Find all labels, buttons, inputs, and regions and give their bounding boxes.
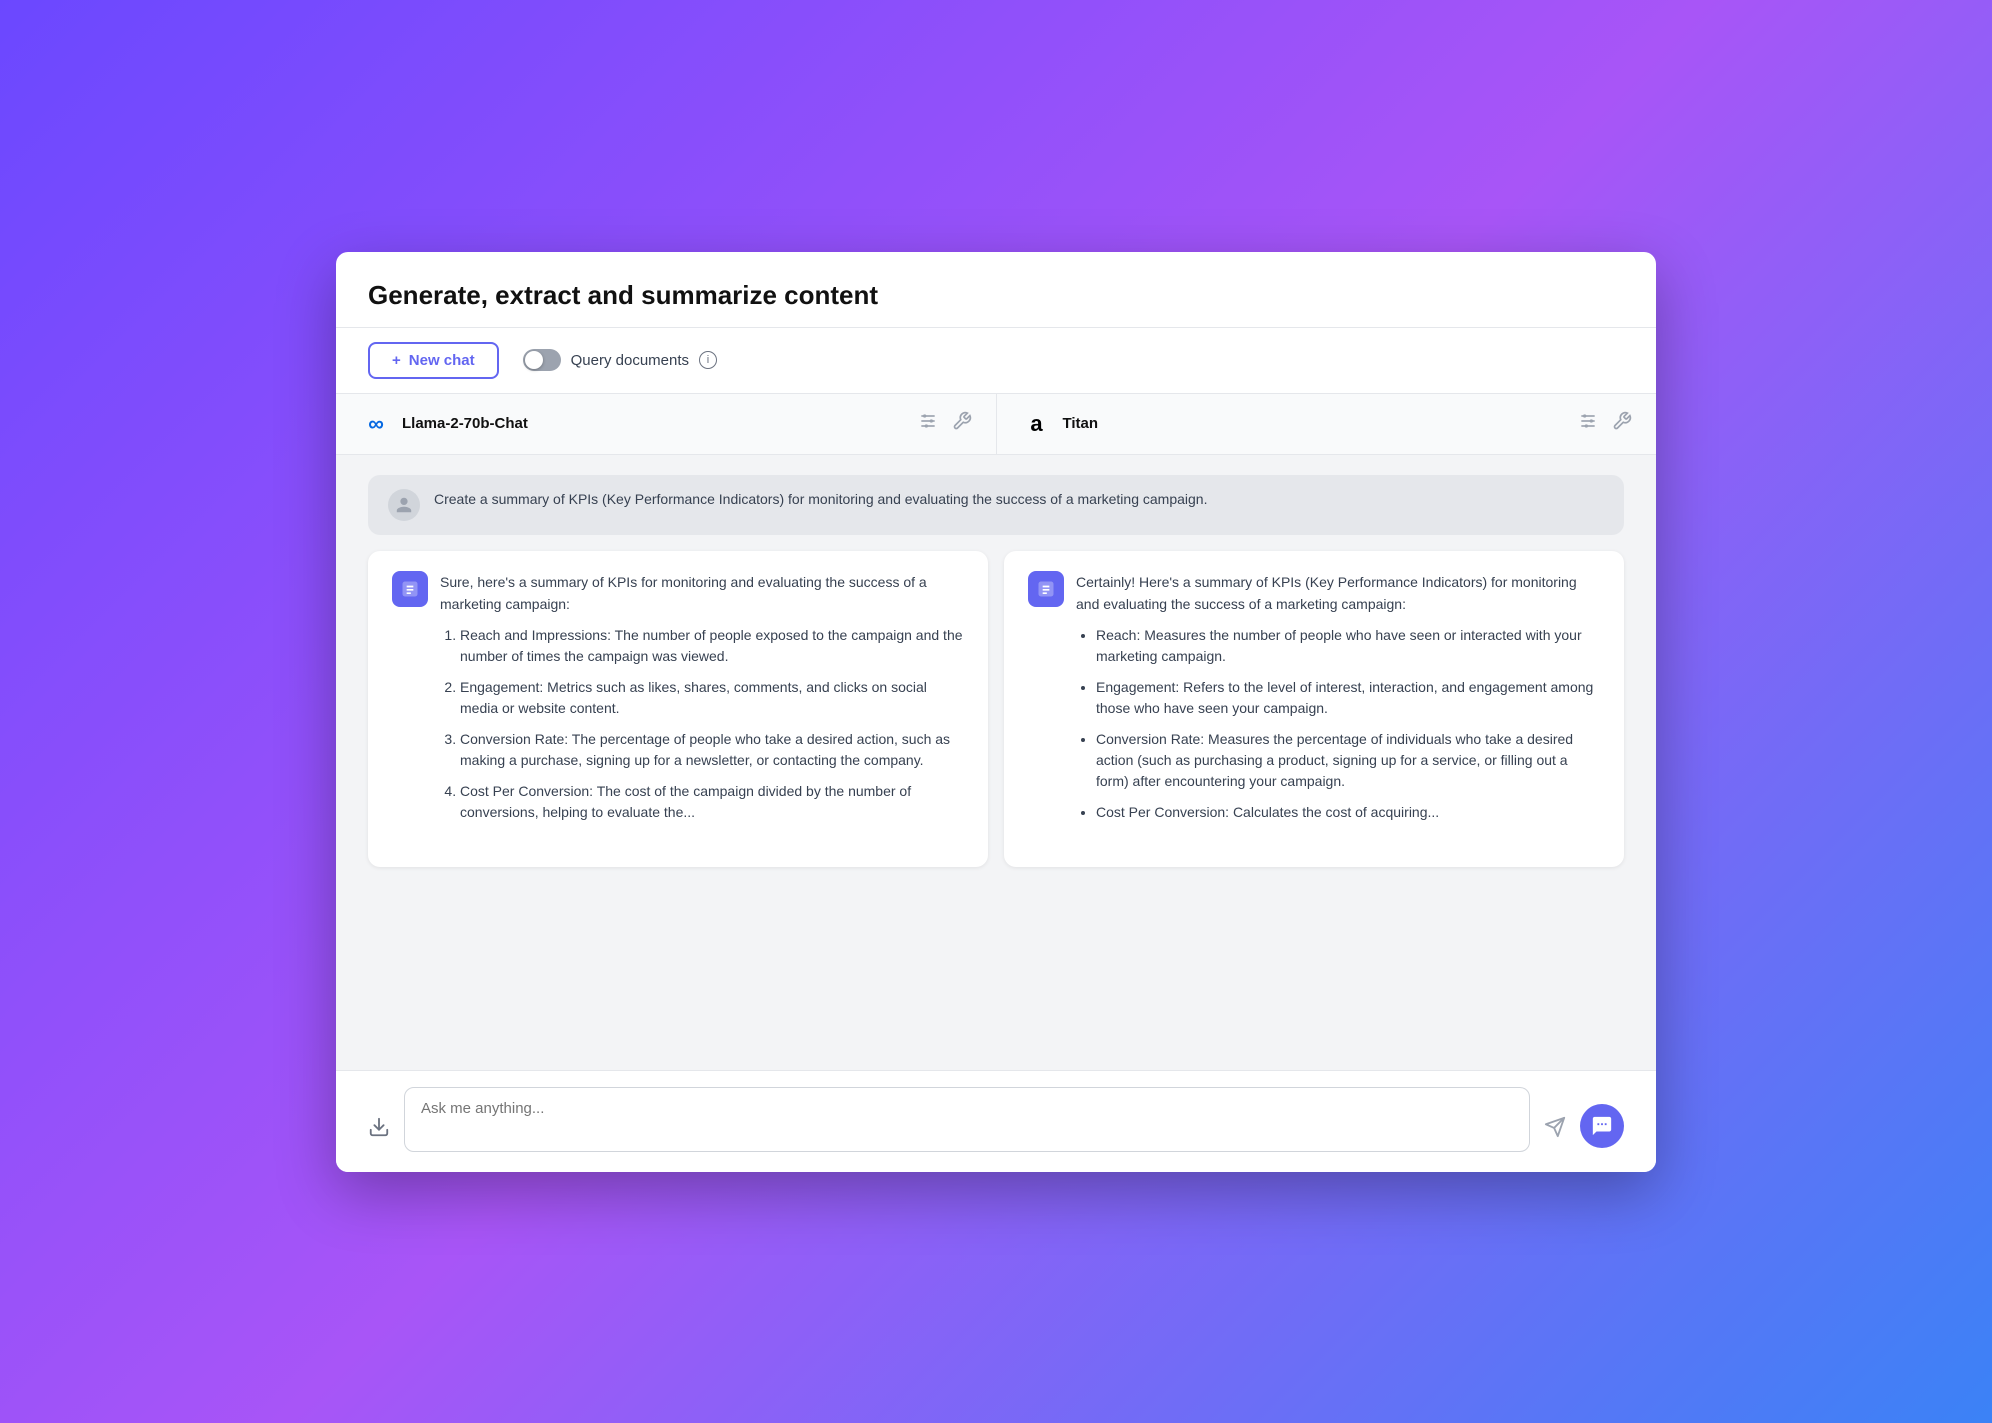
download-button[interactable] [368, 1116, 390, 1152]
list-item: Conversion Rate: The percentage of peopl… [460, 729, 964, 771]
plus-icon: + [392, 352, 401, 369]
list-item: Engagement: Metrics such as likes, share… [460, 677, 964, 719]
header: Generate, extract and summarize content [336, 252, 1656, 328]
query-docs-toggle[interactable] [523, 349, 561, 371]
llama-ai-icon [392, 571, 428, 607]
titan-intro: Certainly! Here's a summary of KPIs (Key… [1076, 571, 1600, 616]
new-chat-button[interactable]: + New chat [368, 342, 499, 379]
titan-list: Reach: Measures the number of people who… [1076, 625, 1600, 823]
amazon-logo: a [1021, 408, 1053, 440]
user-message-text: Create a summary of KPIs (Key Performanc… [434, 489, 1207, 510]
chat-input[interactable] [421, 1100, 1513, 1134]
titan-response-header: Certainly! Here's a summary of KPIs (Key… [1028, 571, 1600, 834]
llama-model-name: Llama-2-70b-Chat [402, 415, 528, 432]
titan-model-icons [1578, 411, 1632, 436]
user-message: Create a summary of KPIs (Key Performanc… [368, 475, 1624, 535]
titan-model-name: Titan [1063, 415, 1099, 432]
list-item: Cost Per Conversion: The cost of the cam… [460, 781, 964, 823]
list-item: Conversion Rate: Measures the percentage… [1096, 729, 1600, 792]
llama-list: Reach and Impressions: The number of peo… [440, 625, 964, 823]
llama-intro: Sure, here's a summary of KPIs for monit… [440, 571, 964, 616]
toolbar: + New chat Query documents i [336, 328, 1656, 394]
llama-model-icons [918, 411, 972, 436]
chat-fab-button[interactable] [1580, 1104, 1624, 1148]
llama-settings-icon[interactable] [918, 411, 938, 436]
query-docs-label: Query documents [571, 352, 689, 369]
titan-settings-icon[interactable] [1578, 411, 1598, 436]
user-avatar [388, 489, 420, 521]
query-docs-control: Query documents i [523, 349, 717, 371]
list-item: Reach: Measures the number of people who… [1096, 625, 1600, 667]
page-title: Generate, extract and summarize content [368, 280, 1624, 311]
titan-response-text: Certainly! Here's a summary of KPIs (Key… [1076, 571, 1600, 834]
chat-area: Create a summary of KPIs (Key Performanc… [336, 455, 1656, 1070]
main-window: Generate, extract and summarize content … [336, 252, 1656, 1172]
model-tab-llama: ∞ Llama-2-70b-Chat [336, 394, 997, 454]
list-item: Reach and Impressions: The number of peo… [460, 625, 964, 667]
model-info-llama: ∞ Llama-2-70b-Chat [360, 408, 528, 440]
llama-response-text: Sure, here's a summary of KPIs for monit… [440, 571, 964, 834]
list-item: Cost Per Conversion: Calculates the cost… [1096, 802, 1600, 823]
meta-logo-icon: ∞ [368, 411, 384, 437]
models-bar: ∞ Llama-2-70b-Chat [336, 394, 1656, 455]
person-icon [395, 496, 413, 514]
llama-response-header: Sure, here's a summary of KPIs for monit… [392, 571, 964, 834]
input-area [336, 1070, 1656, 1172]
llama-wrench-icon[interactable] [952, 411, 972, 436]
new-chat-label: New chat [409, 352, 475, 369]
meta-logo: ∞ [360, 408, 392, 440]
amazon-logo-icon: a [1030, 411, 1042, 437]
send-button[interactable] [1544, 1116, 1566, 1152]
model-info-titan: a Titan [1021, 408, 1099, 440]
model-tab-titan: a Titan [997, 394, 1657, 454]
chat-input-wrapper [404, 1087, 1530, 1152]
titan-ai-icon [1028, 571, 1064, 607]
list-item: Engagement: Refers to the level of inter… [1096, 677, 1600, 719]
info-icon[interactable]: i [699, 351, 717, 369]
llama-response-card: Sure, here's a summary of KPIs for monit… [368, 551, 988, 868]
titan-wrench-icon[interactable] [1612, 411, 1632, 436]
responses-row: Sure, here's a summary of KPIs for monit… [368, 551, 1624, 868]
titan-response-card: Certainly! Here's a summary of KPIs (Key… [1004, 551, 1624, 868]
